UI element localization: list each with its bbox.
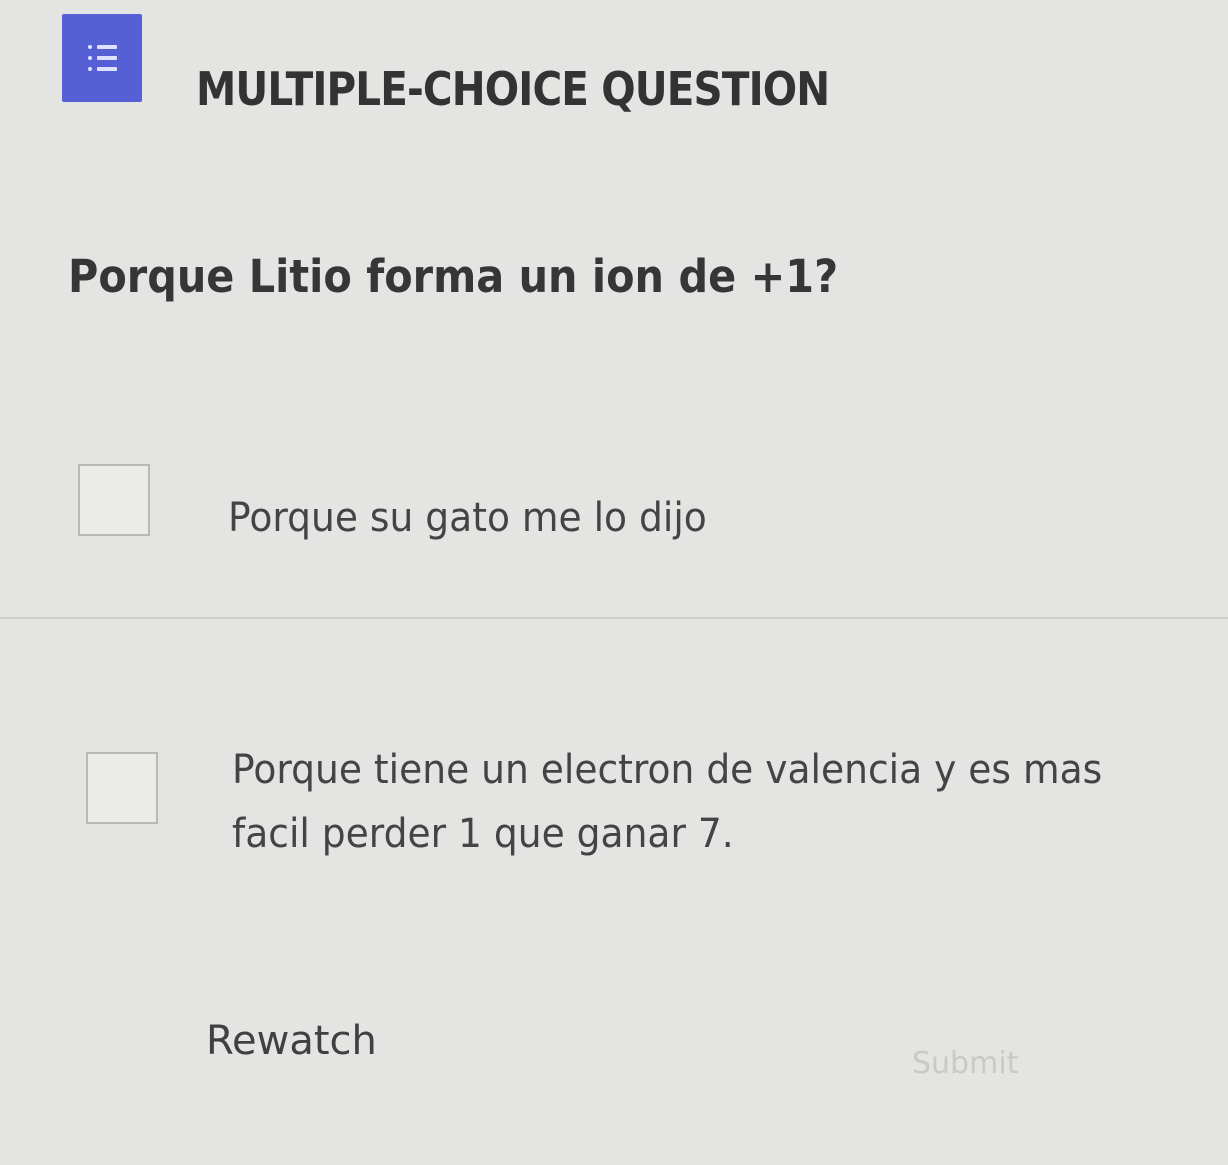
option-1-checkbox[interactable] xyxy=(78,464,150,536)
submit-button[interactable]: Submit xyxy=(912,1046,1018,1081)
option-1-label: Porque su gato me lo dijo xyxy=(228,495,707,541)
option-2-label: Porque tiene un electron de valencia y e… xyxy=(232,747,1103,857)
divider xyxy=(0,617,1228,619)
option-2-checkbox[interactable] xyxy=(86,752,158,824)
question-type-title: MULTIPLE-CHOICE QUESTION xyxy=(196,62,830,116)
answer-option-1[interactable]: Porque su gato me lo dijo xyxy=(0,460,1228,600)
list-icon xyxy=(62,14,142,102)
question-text: Porque Litio forma un ion de +1? xyxy=(68,250,839,303)
rewatch-button[interactable]: Rewatch xyxy=(206,1018,377,1064)
answer-option-2[interactable]: Porque tiene un electron de valencia y e… xyxy=(0,730,1228,890)
